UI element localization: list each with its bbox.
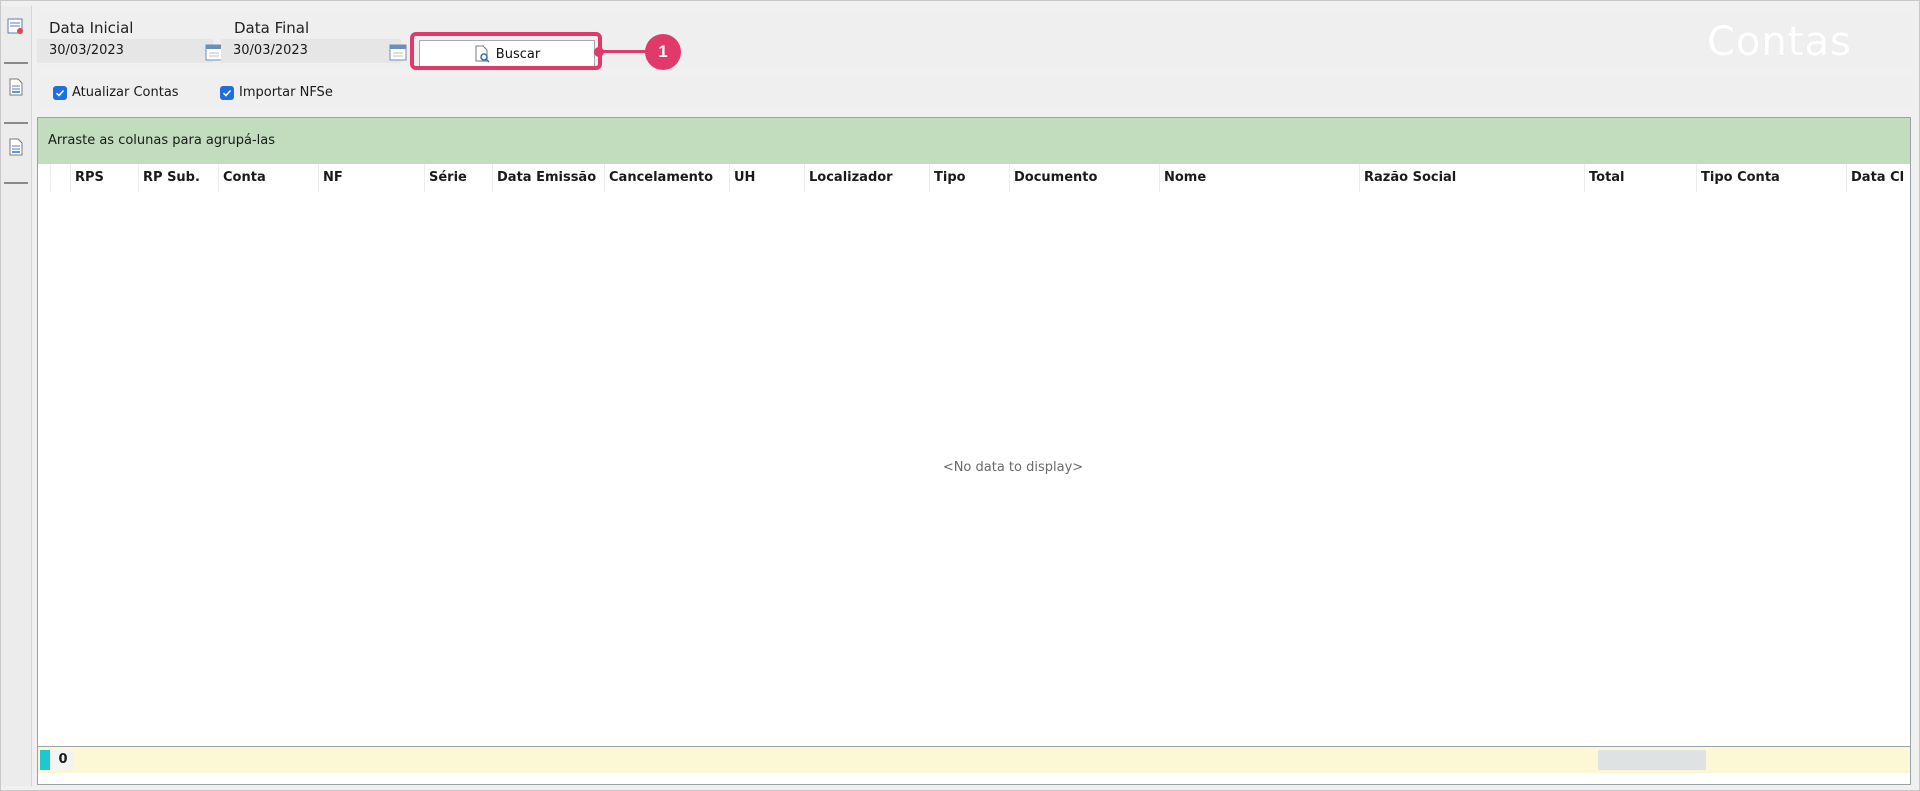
check-icon	[53, 85, 67, 100]
document-icon	[9, 138, 23, 156]
footer-indicator	[40, 750, 50, 770]
column-header[interactable]: Razão Social	[1359, 164, 1584, 192]
end-date-label: Data Final	[234, 19, 310, 37]
column-header[interactable]: Tipo	[929, 164, 1009, 192]
toolbar-button-document[interactable]	[4, 66, 28, 124]
column-header[interactable]: NF	[318, 164, 424, 192]
filter-panel: Data Inicial 30/03/2023 Data Final 30/03…	[37, 11, 1911, 70]
import-nfse-checkbox[interactable]: Importar NFSe	[220, 85, 333, 100]
document-icon	[9, 78, 23, 96]
import-nfse-label: Importar NFSe	[239, 85, 333, 100]
start-date-field[interactable]: 30/03/2023	[37, 39, 213, 63]
start-date-label: Data Inicial	[49, 19, 134, 37]
empty-grid-message: <No data to display>	[942, 460, 1084, 475]
column-header-row: RPS RP Sub. Conta NF Série Data Emissão …	[38, 164, 1910, 192]
check-icon	[220, 85, 234, 100]
update-accounts-label: Atualizar Contas	[72, 85, 179, 100]
column-header[interactable]: Documento	[1009, 164, 1159, 192]
calendar-icon[interactable]	[389, 43, 407, 61]
callout-badge: 1	[645, 34, 681, 70]
column-header[interactable]: Nome	[1159, 164, 1359, 192]
page-title-watermark: Contas	[1707, 19, 1852, 65]
column-header[interactable]: Cancelamento	[604, 164, 729, 192]
column-header[interactable]: UH	[729, 164, 804, 192]
column-header[interactable]: Tipo Conta	[1696, 164, 1846, 192]
end-date-field[interactable]: 30/03/2023	[221, 39, 401, 63]
column-header[interactable]: Conta	[218, 164, 318, 192]
record-count: 0	[52, 750, 74, 770]
horizontal-scrollbar-thumb[interactable]	[1598, 750, 1706, 770]
column-header[interactable]: Localizador	[804, 164, 929, 192]
main-area: Data Inicial 30/03/2023 Data Final 30/03…	[37, 11, 1911, 786]
column-header[interactable]: Total	[1584, 164, 1696, 192]
update-accounts-checkbox[interactable]: Atualizar Contas	[53, 85, 179, 100]
column-header[interactable]: Data Emissão	[492, 164, 604, 192]
toolbar-button-report[interactable]	[4, 6, 28, 64]
group-by-panel[interactable]: Arraste as colunas para agrupá-las	[38, 118, 1910, 164]
options-bar: Atualizar Contas Importar NFSe	[37, 77, 1911, 109]
callout-connector	[602, 50, 648, 53]
window-frame: Data Inicial 30/03/2023 Data Final 30/03…	[0, 0, 1920, 791]
accounts-grid: Arraste as colunas para agrupá-las RPS R…	[37, 117, 1911, 785]
column-header[interactable]: RP Sub.	[138, 164, 218, 192]
column-header[interactable]: Série	[424, 164, 492, 192]
highlight-box	[410, 32, 602, 70]
grid-footer: 0	[38, 746, 1910, 773]
toolbar-button-document-2[interactable]	[4, 126, 28, 184]
row-indicator-header	[50, 164, 70, 192]
column-header[interactable]: Data Cl	[1846, 164, 1910, 192]
left-toolbar	[1, 6, 32, 786]
report-grid-icon	[7, 18, 23, 34]
column-header[interactable]: RPS	[70, 164, 138, 192]
